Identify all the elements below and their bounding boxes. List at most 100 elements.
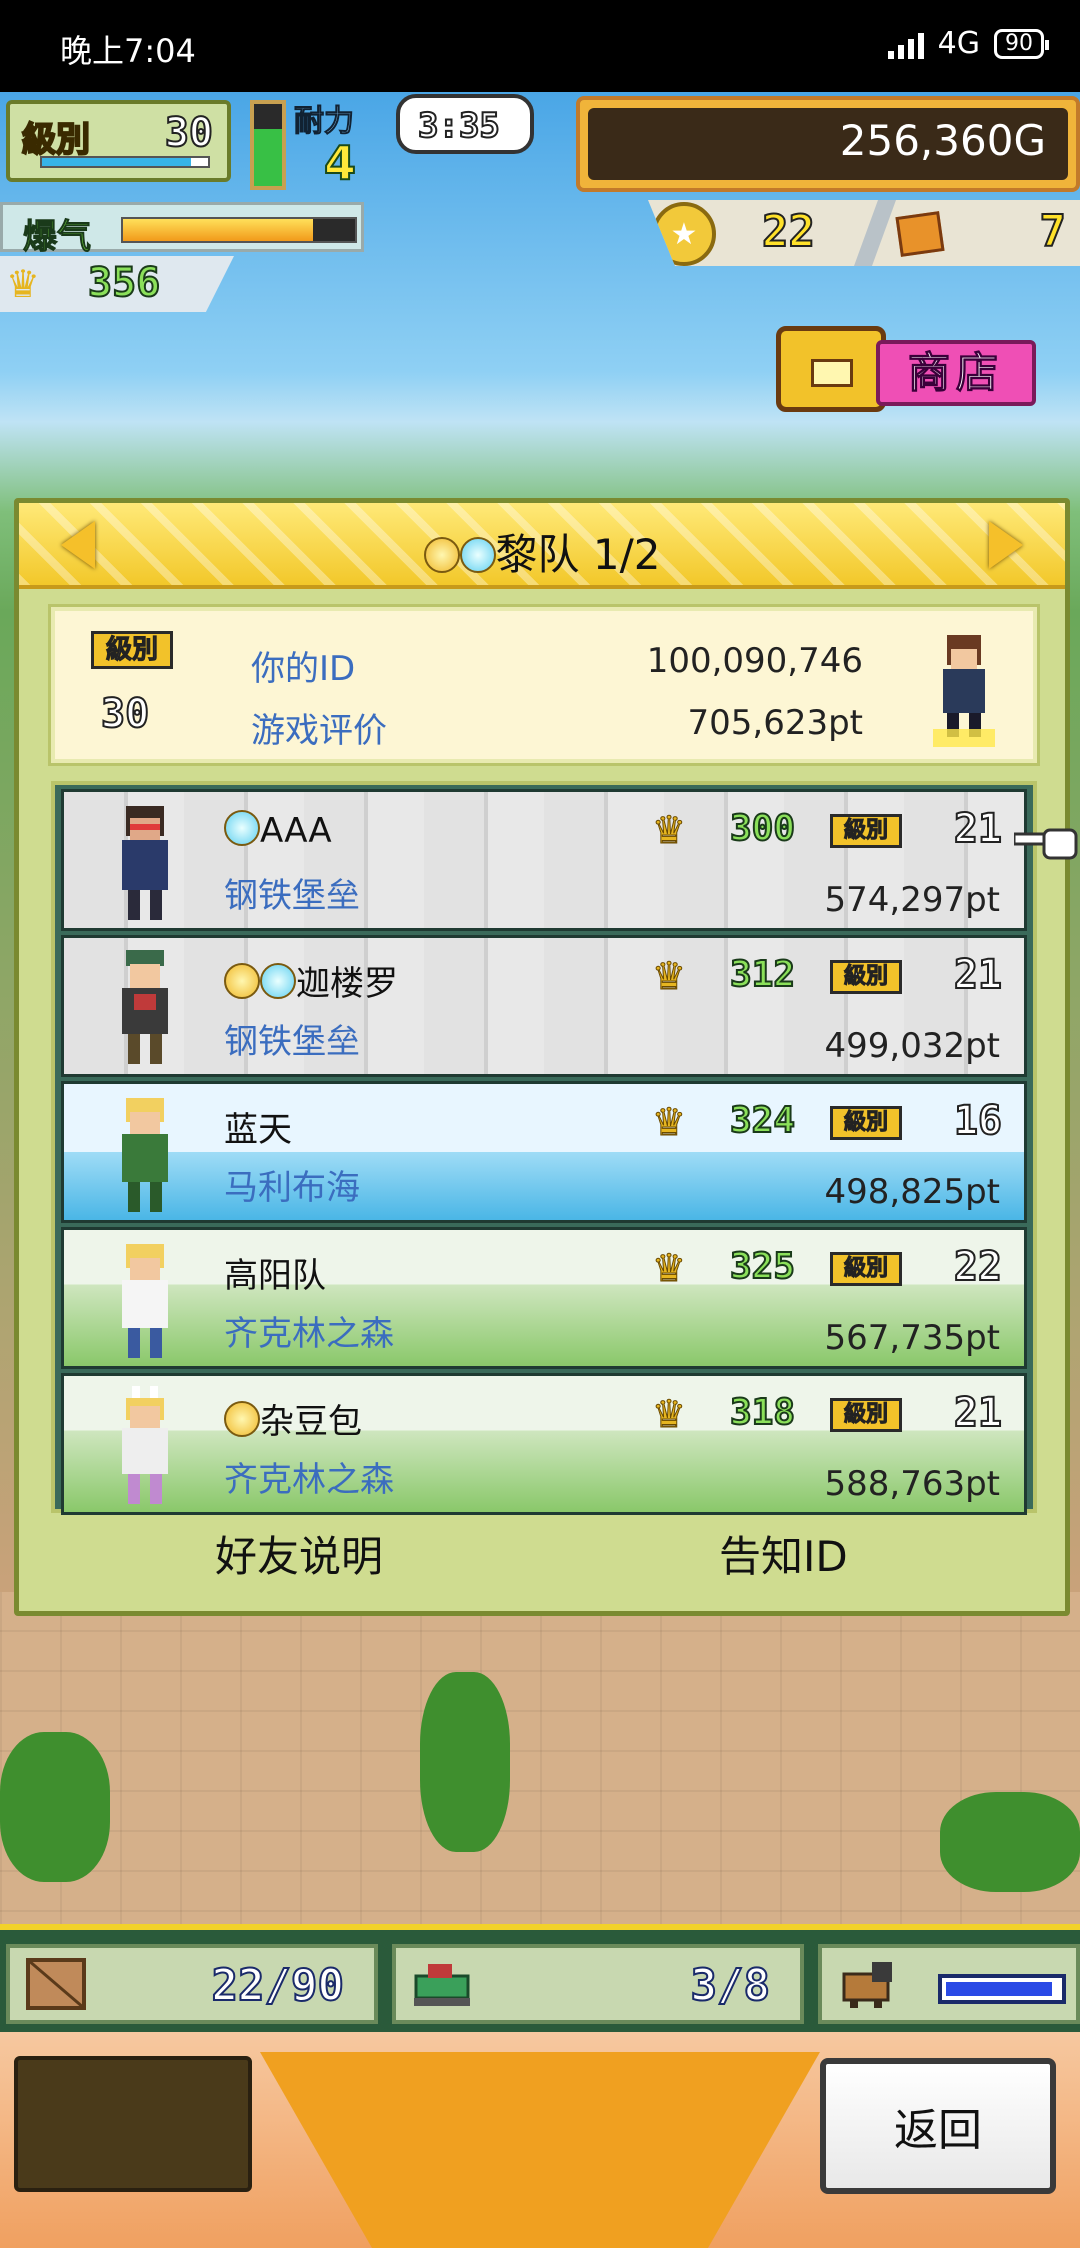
home-base: 钢铁堡垒 [224, 876, 360, 916]
vehicle-icon [414, 1964, 470, 2006]
treasure-chest-icon [776, 326, 886, 412]
level-tag: 級別 [830, 814, 902, 848]
crown-icon: ♛ [651, 1100, 687, 1145]
fans-panel: ♛ 356 [0, 256, 234, 312]
battery-level: 90 [1005, 30, 1033, 56]
team-level: 21 [953, 951, 1003, 999]
level-tag: 級別 [830, 960, 902, 994]
timer-value: 3:35 [417, 105, 501, 147]
row-name: 高阳队 [224, 1248, 326, 1297]
row-name: 杂豆包 [224, 1394, 362, 1443]
units-value: 3/8 [690, 1959, 771, 2012]
diamond-medal-icon [224, 810, 260, 846]
row-name: 迦楼罗 [224, 956, 398, 1005]
level-progress-fill [42, 158, 192, 166]
notify-id-button[interactable]: 告知ID [719, 1523, 848, 1584]
level-tag: 級別 [830, 1252, 902, 1286]
bush-center [420, 1672, 510, 1852]
gold-medal-icon [224, 1401, 260, 1437]
fans-count: 324 [729, 1099, 796, 1142]
gold-panel: 256,360G [576, 96, 1080, 192]
dog-panel[interactable] [818, 1944, 1080, 2024]
level-badge: 級別 [91, 631, 173, 669]
character-avatar [122, 1244, 168, 1358]
player-level-panel: 級別 30 [6, 100, 231, 182]
dog-gauge [938, 1974, 1066, 2004]
my-level: 30 [100, 690, 150, 738]
shop-button[interactable]: 商店 [776, 320, 1040, 418]
home-base: 齐克林之森 [224, 1460, 394, 1500]
dialog-footer: 好友说明 告知ID [19, 1515, 1065, 1595]
stamina-panel: 耐力 4 [294, 96, 384, 192]
pointing-hand-icon [1014, 828, 1078, 860]
friend-help-button[interactable]: 好友说明 [215, 1523, 383, 1584]
fans-count: 312 [729, 953, 796, 996]
dog-icon [842, 1962, 892, 2008]
team-level: 16 [953, 1097, 1003, 1145]
diamond-medal-icon [260, 963, 296, 999]
team-name: 迦楼罗 [296, 964, 398, 1004]
team-points: 574,297pt [824, 880, 1000, 920]
crown-icon: ♛ [651, 1392, 687, 1437]
list-item[interactable]: 迦楼罗 钢铁堡垒 ♛ 312 級別 21 499,032pt [61, 935, 1027, 1077]
resource-bar: 22/90 3/8 [0, 1924, 1080, 2032]
team-points: 498,825pt [824, 1172, 1000, 1212]
character-avatar [122, 950, 168, 1064]
stamina-label: 耐力 [294, 104, 355, 140]
boxes-value: 7 [1039, 205, 1067, 258]
footer-bar: 返回 [0, 2032, 1080, 2248]
hype-panel: 爆气 [0, 202, 364, 258]
medals-value: 22 [761, 205, 816, 258]
box-icon [895, 211, 945, 257]
team-name: 杂豆包 [260, 1402, 362, 1442]
list-item[interactable]: 杂豆包 齐克林之森 ♛ 318 級別 21 588,763pt [61, 1373, 1027, 1515]
character-avatar [122, 1386, 168, 1504]
player-avatar [933, 635, 995, 747]
hype-fill [123, 219, 314, 241]
team-points: 588,763pt [824, 1464, 1000, 1504]
my-id-label: 你的ID [251, 649, 356, 689]
medals-panel: ★ 22 7 [648, 200, 1080, 266]
back-button[interactable]: 返回 [820, 2058, 1056, 2194]
level-tag: 級別 [830, 1398, 902, 1432]
team-points: 567,735pt [824, 1318, 1000, 1358]
fans-count: 325 [729, 1245, 796, 1288]
rating-value: 705,623pt [687, 703, 863, 743]
hype-label: 爆气 [23, 217, 92, 258]
signal-icon [887, 29, 924, 59]
character-avatar [122, 806, 168, 920]
list-item[interactable]: 蓝天 马利布海 ♛ 324 級別 16 498,825pt [61, 1081, 1027, 1223]
dog-gauge-fill [946, 1982, 1052, 1996]
storage-panel[interactable]: 22/90 [6, 1944, 378, 2024]
shop-label: 商店 [876, 340, 1036, 406]
dialog-title-wrap: 黎队 1/2 [19, 521, 1065, 582]
my-profile-card: 級別 30 你的ID 100,090,746 游戏评价 705,623pt [48, 604, 1040, 766]
hype-bar [121, 217, 357, 243]
home-base: 钢铁堡垒 [224, 1022, 360, 1062]
crown-icon: ♛ [6, 262, 41, 306]
list-item[interactable]: AAA 钢铁堡垒 ♛ 300 級別 21 574,297pt [61, 789, 1027, 931]
diamond-medal-icon [459, 537, 496, 573]
list-item[interactable]: 高阳队 齐克林之森 ♛ 325 級別 22 567,735pt [61, 1227, 1027, 1369]
fans-value: 356 [87, 259, 161, 307]
fans-count: 318 [729, 1391, 796, 1434]
level-tag: 級別 [830, 1106, 902, 1140]
dialog-header: 黎队 1/2 [19, 503, 1065, 589]
crown-icon: ♛ [651, 808, 687, 853]
row-name: 蓝天 [224, 1102, 292, 1151]
team-name: 蓝天 [224, 1110, 292, 1150]
clock: 晚上7:04 [60, 32, 196, 70]
gold-value: 256,360G [839, 116, 1046, 165]
next-page-arrow-icon[interactable] [989, 521, 1023, 569]
stamina-value: 4 [323, 135, 357, 191]
status-bar: 晚上7:04 4G 90 [0, 0, 1080, 92]
fans-count: 300 [729, 807, 796, 850]
empty-slot [14, 2056, 252, 2192]
rating-label: 游戏评价 [251, 711, 387, 751]
stamina-gauge [250, 100, 286, 190]
home-base: 马利布海 [224, 1168, 360, 1208]
stamina-timer: 3:35 [396, 94, 534, 154]
bush-left [0, 1732, 110, 1882]
team-name: 高阳队 [224, 1256, 326, 1296]
units-panel[interactable]: 3/8 [392, 1944, 804, 2024]
